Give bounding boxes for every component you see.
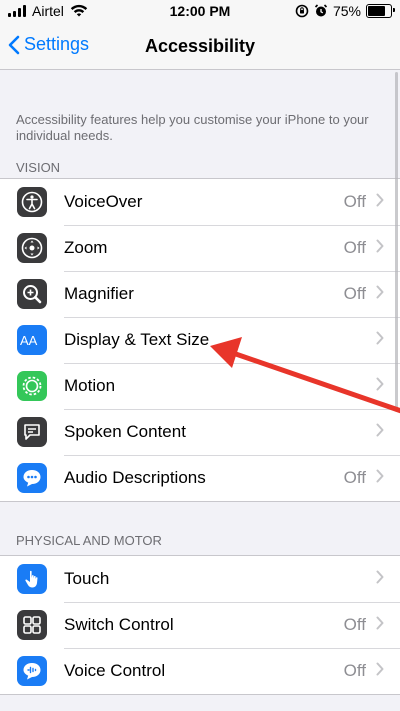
section-header-vision: VISION <box>16 160 61 175</box>
row-motion[interactable]: Motion <box>0 363 400 409</box>
battery-icon <box>366 4 395 18</box>
row-display-and-text-size[interactable]: AA Display & Text Size <box>0 317 400 363</box>
voice-control-icon <box>17 656 47 686</box>
chevron-right-icon <box>376 239 384 258</box>
row-value: Off <box>343 661 366 680</box>
chevron-right-icon <box>376 662 384 681</box>
row-value: Off <box>343 284 366 303</box>
chevron-right-icon <box>376 377 384 396</box>
row-value: Off <box>343 238 366 257</box>
chevron-right-icon <box>376 331 384 350</box>
svg-text:AA: AA <box>20 333 38 348</box>
magnifier-icon <box>17 279 47 309</box>
vision-group: VoiceOver Off Zoom Off Magnifier Off AA Display… <box>0 178 400 502</box>
page-title: Accessibility <box>144 36 256 56</box>
chevron-right-icon <box>376 285 384 304</box>
row-label: Motion <box>64 376 116 395</box>
row-switch-control[interactable]: Switch Control Off <box>0 602 400 648</box>
row-touch[interactable]: Touch <box>0 556 400 602</box>
row-label: Magnifier <box>64 284 134 303</box>
row-label: Zoom <box>64 238 108 257</box>
settings-list[interactable]: Accessibility features help you customis… <box>0 70 400 695</box>
alarm-icon <box>314 4 328 17</box>
row-spoken-content[interactable]: Spoken Content <box>0 409 400 455</box>
row-value: Off <box>343 192 366 211</box>
voiceover-icon <box>17 187 47 217</box>
section-header-physical-motor: PHYSICAL AND MOTOR <box>16 533 162 548</box>
motion-icon <box>17 371 47 401</box>
row-value: Off <box>343 468 366 487</box>
physical-motor-group: Touch Switch Control Off Voice Control Off <box>0 555 400 695</box>
row-label: Voice Control <box>64 661 166 680</box>
battery-fill <box>368 6 385 16</box>
row-label: Touch <box>64 569 110 588</box>
row-audio-descriptions[interactable]: Audio Descriptions Off <box>0 455 400 501</box>
row-value: Off <box>343 615 366 634</box>
row-label: Display & Text Size <box>64 330 210 349</box>
chevron-right-icon <box>376 469 384 488</box>
row-label: Switch Control <box>64 615 174 634</box>
row-label: Audio Descriptions <box>64 468 206 487</box>
zoom-icon <box>17 233 47 263</box>
row-voiceover[interactable]: VoiceOver Off <box>0 179 400 225</box>
row-magnifier[interactable]: Magnifier Off <box>0 271 400 317</box>
chevron-right-icon <box>376 570 384 589</box>
description-text: Accessibility features help you customis… <box>16 112 369 143</box>
row-label: Spoken Content <box>64 422 186 441</box>
audio-descriptions-icon <box>17 463 47 493</box>
switch-control-icon <box>17 610 47 640</box>
row-zoom[interactable]: Zoom Off <box>0 225 400 271</box>
row-label: VoiceOver <box>64 192 143 211</box>
battery-percent: 75% <box>332 3 361 19</box>
scroll-indicator[interactable] <box>395 72 398 412</box>
status-right-group: 75% <box>295 3 395 19</box>
orientation-lock-icon <box>295 4 309 18</box>
row-voice-control[interactable]: Voice Control Off <box>0 648 400 694</box>
touch-icon <box>17 564 47 594</box>
spoken-content-icon <box>17 417 47 447</box>
navigation-bar: Settings Accessibility <box>0 24 400 70</box>
chevron-right-icon <box>376 423 384 442</box>
status-bar: Airtel 12:00 PM 75% <box>0 0 400 24</box>
chevron-right-icon <box>376 193 384 212</box>
text-size-icon: AA <box>17 325 47 355</box>
chevron-right-icon <box>376 616 384 635</box>
